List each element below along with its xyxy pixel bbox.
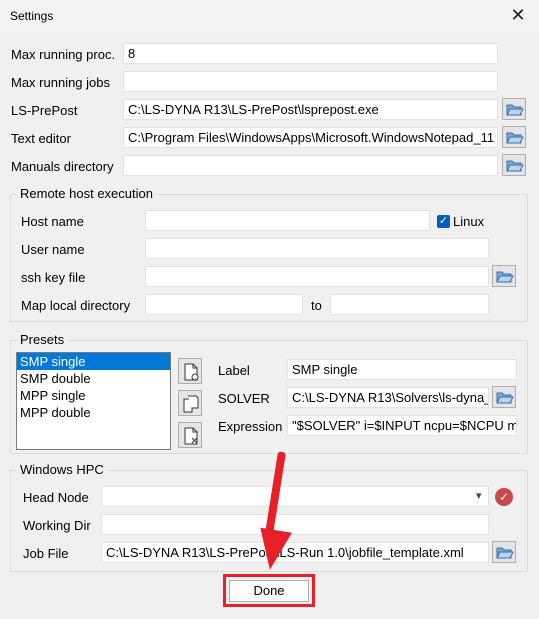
folder-open-icon xyxy=(506,132,524,144)
solver-label: SOLVER xyxy=(218,391,270,406)
max-running-proc-label: Max running proc. xyxy=(11,47,116,62)
manuals-directory-field[interactable] xyxy=(123,155,498,176)
folder-open-icon xyxy=(506,104,524,116)
browse-text-editor-button[interactable] xyxy=(502,126,526,148)
max-running-proc-field[interactable]: 8 xyxy=(123,43,498,64)
host-name-field[interactable] xyxy=(145,210,430,231)
browse-job-file-button[interactable] xyxy=(492,541,516,563)
list-item[interactable]: MPP double xyxy=(17,404,170,421)
job-file-field[interactable]: C:\LS-DYNA R13\LS-PrePost\LS-Run 1.0\job… xyxy=(101,542,489,563)
copy-preset-button[interactable] xyxy=(178,390,202,416)
delete-preset-button[interactable] xyxy=(178,422,202,448)
folder-open-icon xyxy=(506,160,524,172)
max-running-jobs-label: Max running jobs xyxy=(11,75,110,90)
preset-label-field[interactable]: SMP single xyxy=(287,359,517,380)
copy-icon xyxy=(183,395,199,413)
working-dir-field[interactable] xyxy=(101,514,489,535)
job-file-label: Job File xyxy=(23,546,69,561)
windows-hpc-title: Windows HPC xyxy=(17,462,107,477)
presets-list[interactable]: SMP single SMP double MPP single MPP dou… xyxy=(16,352,171,450)
map-local-to-field[interactable] xyxy=(330,294,489,315)
list-item[interactable]: SMP single xyxy=(17,353,170,370)
head-node-label: Head Node xyxy=(23,490,89,505)
linux-checkbox[interactable]: ✓ xyxy=(437,215,450,228)
solver-field[interactable]: C:\LS-DYNA R13\Solvers\ls-dyna_s xyxy=(287,387,489,408)
browse-ssh-key-button[interactable] xyxy=(492,265,516,287)
title-bar: Settings ✕ xyxy=(0,0,539,32)
max-running-jobs-field[interactable] xyxy=(123,71,498,92)
annotation-arrow-head xyxy=(254,527,292,573)
presets-title: Presets xyxy=(17,332,68,347)
ls-prepost-field[interactable]: C:\LS-DYNA R13\LS-PrePost\lsprepost.exe xyxy=(123,99,498,120)
map-local-directory-label: Map local directory xyxy=(21,298,131,313)
user-name-field[interactable] xyxy=(145,238,489,259)
map-local-from-field[interactable] xyxy=(145,294,303,315)
ssh-key-file-field[interactable] xyxy=(145,266,489,287)
expression-field[interactable]: "$SOLVER" i=$INPUT ncpu=$NCPU me xyxy=(287,415,517,436)
expression-label: Expression xyxy=(218,419,283,434)
browse-manuals-directory-button[interactable] xyxy=(502,154,526,176)
folder-open-icon xyxy=(496,271,514,283)
settings-window: Settings ✕ Max running proc. 8 Max runni… xyxy=(0,0,539,619)
folder-open-icon xyxy=(496,392,514,404)
preset-label-label: Label xyxy=(218,363,250,378)
new-document-icon xyxy=(184,363,199,381)
text-editor-label: Text editor xyxy=(11,131,71,146)
folder-open-icon xyxy=(496,547,514,559)
linux-label: Linux xyxy=(453,214,485,229)
close-icon[interactable]: ✕ xyxy=(507,4,529,26)
manuals-directory-label: Manuals directory xyxy=(11,159,114,174)
list-item[interactable]: MPP single xyxy=(17,387,170,404)
browse-solver-button[interactable] xyxy=(492,386,516,408)
remote-host-title: Remote host execution xyxy=(17,186,156,201)
user-name-label: User name xyxy=(21,242,85,257)
chevron-down-icon[interactable]: ▾ xyxy=(476,489,482,502)
list-item[interactable]: SMP double xyxy=(17,370,170,387)
new-preset-button[interactable] xyxy=(178,358,202,384)
browse-ls-prepost-button[interactable] xyxy=(502,98,526,120)
map-to-label: to xyxy=(311,298,322,313)
ls-prepost-label: LS-PrePost xyxy=(11,103,78,118)
delete-document-icon xyxy=(184,427,198,445)
window-title: Settings xyxy=(10,9,54,23)
working-dir-label: Working Dir xyxy=(23,518,91,533)
text-editor-field[interactable]: C:\Program Files\WindowsApps\Microsoft.W… xyxy=(123,127,498,148)
head-node-select[interactable] xyxy=(101,486,489,507)
ssh-key-file-label: ssh key file xyxy=(21,270,86,285)
host-name-label: Host name xyxy=(21,214,84,229)
done-button[interactable]: Done xyxy=(229,580,309,602)
status-check-icon: ✓ xyxy=(495,488,513,506)
